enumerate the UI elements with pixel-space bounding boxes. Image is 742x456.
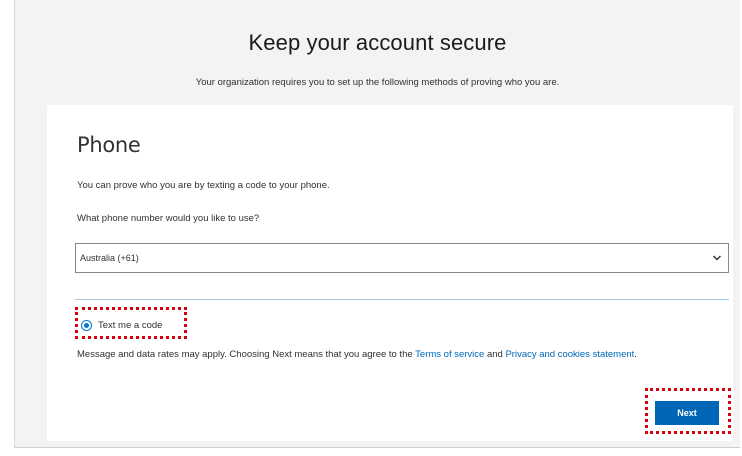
highlight-box-next bbox=[645, 388, 731, 434]
card-title: Phone bbox=[77, 133, 141, 157]
highlight-box-radio bbox=[75, 307, 187, 339]
disclaimer-prefix: Message and data rates may apply. Choosi… bbox=[77, 349, 416, 360]
page-title: Keep your account secure bbox=[248, 30, 507, 55]
terms-of-service-link[interactable]: Terms of service bbox=[415, 349, 484, 360]
disclaimer-suffix: . bbox=[634, 349, 637, 360]
disclaimer-middle: and bbox=[484, 349, 506, 360]
country-code-select[interactable]: Australia (+61) bbox=[75, 243, 729, 273]
phone-number-question: What phone number would you like to use? bbox=[77, 213, 260, 224]
country-code-value: Australia (+61) bbox=[80, 253, 139, 263]
privacy-cookies-link[interactable]: Privacy and cookies statement bbox=[505, 349, 634, 360]
disclaimer-text: Message and data rates may apply. Choosi… bbox=[77, 347, 717, 363]
screen-frame: Keep your account secure Your organizati… bbox=[14, 0, 740, 448]
chevron-down-icon bbox=[713, 255, 721, 261]
phone-number-field[interactable] bbox=[75, 299, 729, 300]
card-description: You can prove who you are by texting a c… bbox=[77, 180, 330, 191]
page-subtitle: Your organization requires you to set up… bbox=[195, 77, 560, 88]
phone-method-card: Phone You can prove who you are by texti… bbox=[47, 105, 733, 441]
